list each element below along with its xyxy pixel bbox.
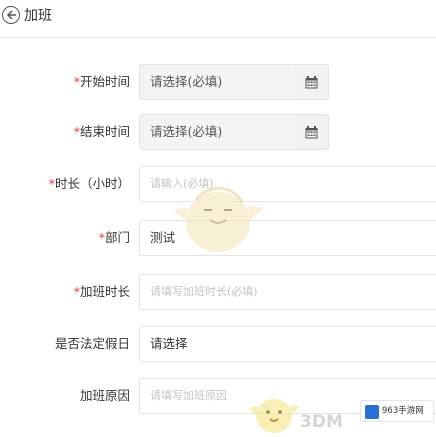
end-time-field[interactable]: 请选择(必填) (139, 114, 295, 150)
back-arrow-icon[interactable] (2, 6, 20, 24)
site-watermark-text: 3DM (300, 412, 343, 432)
end-time-value: 请选择(必填) (150, 124, 223, 139)
mascot-small-watermark-icon (248, 399, 300, 433)
legal-holiday-row: 是否法定假日 请选择 (0, 324, 436, 364)
legal-holiday-select[interactable]: 请选择 (139, 326, 436, 362)
mascot-watermark-icon (172, 186, 264, 252)
start-time-value: 请选择(必填) (150, 74, 223, 89)
overtime-reason-label: 加班原因 (79, 388, 130, 403)
legal-holiday-value: 请选择 (150, 336, 188, 351)
site-logo: 963手游网 (360, 400, 434, 422)
start-time-label: *开始时间 (73, 74, 130, 89)
end-time-row: *结束时间 请选择(必填) (0, 112, 436, 152)
end-time-calendar-button[interactable] (294, 114, 329, 150)
start-time-calendar-button[interactable] (294, 64, 329, 100)
calendar-icon (305, 76, 318, 89)
app-header: 加班 (0, 0, 436, 38)
start-time-field[interactable]: 请选择(必填) (139, 64, 295, 100)
page-title: 加班 (24, 8, 52, 24)
start-time-row: *开始时间 请选择(必填) (0, 62, 436, 102)
duration-label: *时长（小时） (48, 176, 130, 191)
overtime-reason-placeholder: 请填写加班原因 (150, 389, 227, 402)
end-time-label: *结束时间 (73, 124, 130, 139)
overtime-duration-input[interactable]: 请填写加班时长(必填) (139, 274, 436, 310)
legal-holiday-label: 是否法定假日 (54, 336, 130, 351)
calendar-icon (305, 126, 318, 139)
overtime-duration-placeholder: 请填写加班时长(必填) (150, 285, 258, 298)
overtime-duration-row: *加班时长 请填写加班时长(必填) (0, 272, 436, 312)
site-logo-icon (365, 405, 379, 419)
overtime-duration-label: *加班时长 (73, 284, 130, 299)
site-logo-text: 963手游网 (382, 406, 424, 416)
department-label: *部门 (98, 230, 130, 245)
